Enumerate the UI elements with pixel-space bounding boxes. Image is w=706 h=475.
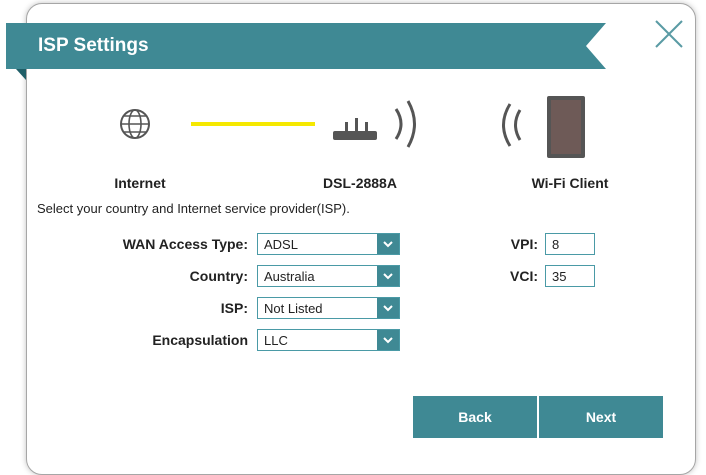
- vpi-input[interactable]: 8: [545, 233, 595, 255]
- next-button[interactable]: Next: [539, 396, 663, 438]
- intro-text: Select your country and Internet service…: [37, 201, 350, 216]
- wan-access-type-value: ADSL: [264, 237, 298, 252]
- encapsulation-value: LLC: [264, 333, 288, 348]
- internet-label: Internet: [114, 175, 166, 191]
- isp-label: ISP:: [220, 300, 248, 316]
- chevron-down-icon: [377, 234, 399, 254]
- vci-value: 35: [552, 269, 567, 284]
- chevron-down-icon: [377, 330, 399, 350]
- isp-select[interactable]: Not Listed: [257, 297, 400, 319]
- vci-label: VCI:: [510, 268, 538, 284]
- back-button[interactable]: Back: [413, 396, 537, 438]
- tablet-icon: [547, 96, 585, 158]
- globe-icon: [120, 109, 150, 139]
- vpi-value: 8: [552, 237, 560, 252]
- router-label: DSL-2888A: [323, 175, 397, 191]
- country-label: Country:: [189, 268, 248, 284]
- wan-access-type-select[interactable]: ADSL: [257, 233, 400, 255]
- country-value: Australia: [264, 269, 315, 284]
- encapsulation-label: Encapsulation: [152, 332, 248, 348]
- isp-value: Not Listed: [264, 301, 323, 316]
- client-label: Wi-Fi Client: [531, 175, 609, 191]
- chevron-down-icon: [377, 266, 399, 286]
- wan-access-type-label: WAN Access Type:: [122, 236, 248, 252]
- wifi-signal-icon: [502, 103, 522, 147]
- vpi-label: VPI:: [510, 236, 538, 252]
- chevron-down-icon: [377, 298, 399, 318]
- encapsulation-select[interactable]: LLC: [257, 329, 400, 351]
- vci-input[interactable]: 35: [545, 265, 595, 287]
- router-icon: [333, 100, 416, 148]
- country-select[interactable]: Australia: [257, 265, 400, 287]
- network-diagram: [120, 96, 585, 158]
